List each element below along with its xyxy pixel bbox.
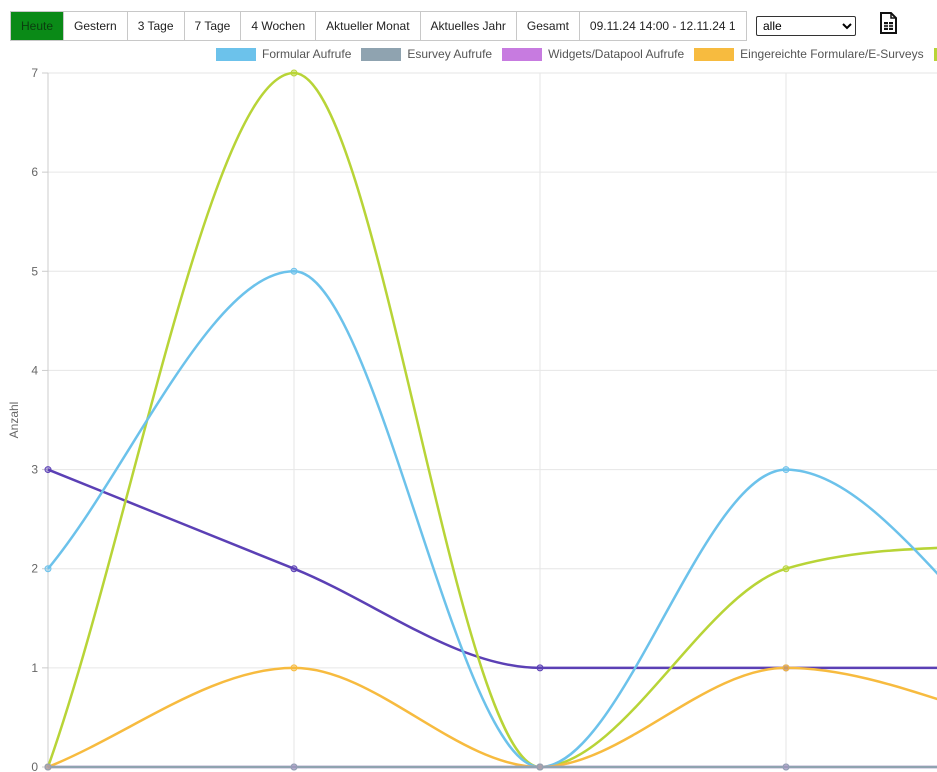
y-tick-label: 0: [31, 760, 38, 772]
y-tick-label: 5: [31, 264, 38, 278]
data-point[interactable]: [290, 763, 298, 771]
data-point[interactable]: [44, 565, 52, 573]
line-chart: 0 1 2 3 4 5 6 7 Anzahl: [7, 66, 937, 772]
data-point[interactable]: [290, 267, 298, 275]
series-line-4: [46, 71, 937, 769]
y-tick-label: 7: [31, 66, 38, 80]
y-tick-label: 6: [31, 165, 38, 179]
data-point[interactable]: [536, 664, 544, 672]
y-tick-label: 1: [31, 661, 38, 675]
y-tick-label: 3: [31, 463, 38, 477]
data-point[interactable]: [782, 565, 790, 573]
data-point[interactable]: [536, 763, 544, 771]
data-point[interactable]: [782, 763, 790, 771]
y-axis-label: Anzahl: [7, 402, 21, 439]
data-point[interactable]: [782, 664, 790, 672]
data-point[interactable]: [782, 466, 790, 474]
data-point[interactable]: [290, 664, 298, 672]
series-line-0: [47, 270, 937, 769]
y-tick-label: 4: [31, 363, 38, 377]
data-point[interactable]: [44, 466, 52, 474]
data-point[interactable]: [290, 565, 298, 573]
data-point[interactable]: [290, 69, 298, 77]
data-point[interactable]: [44, 763, 52, 771]
y-tick-label: 2: [31, 562, 38, 576]
